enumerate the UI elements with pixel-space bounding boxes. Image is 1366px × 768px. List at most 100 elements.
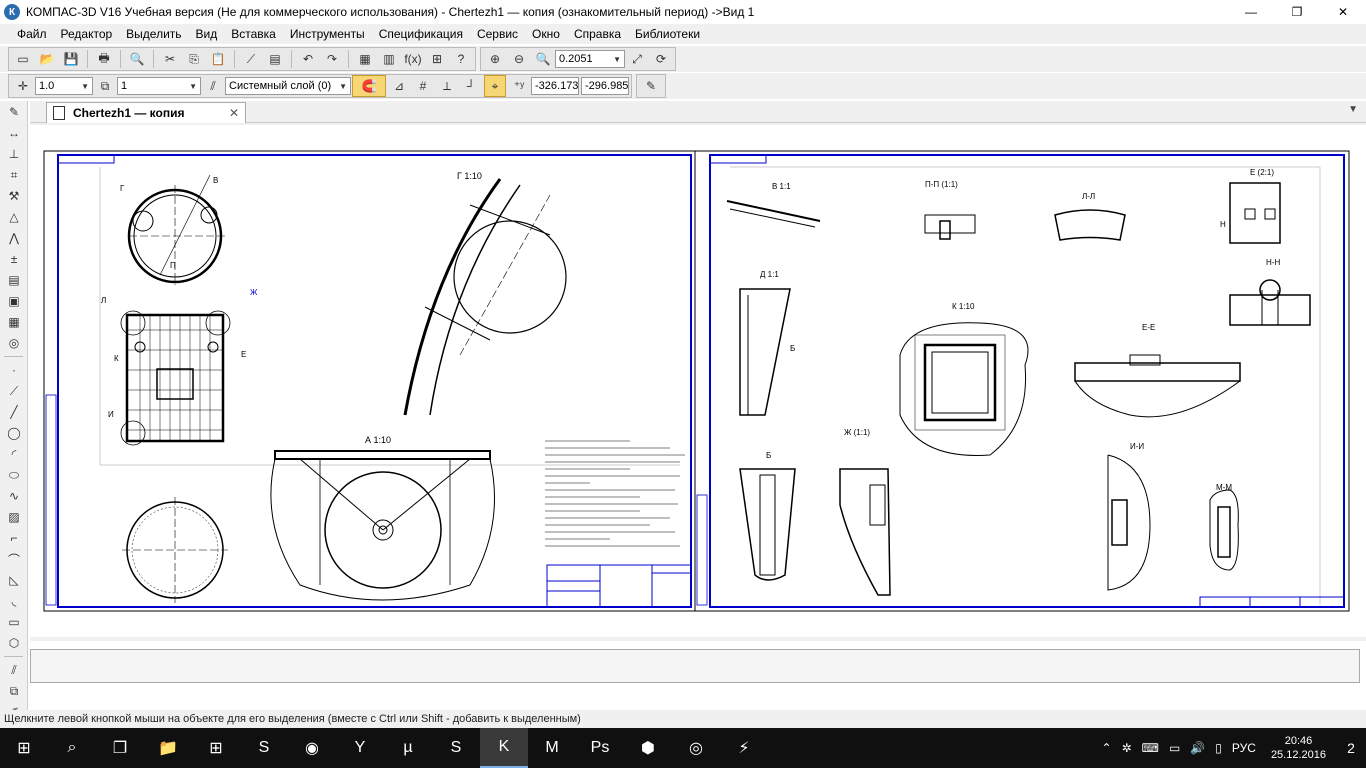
contour-icon[interactable]: ⧉: [2, 681, 26, 701]
preview-icon[interactable]: 🔍: [126, 48, 148, 70]
menu-insert[interactable]: Вставка: [224, 27, 283, 41]
volume-icon[interactable]: 🔊: [1190, 741, 1205, 755]
search-icon[interactable]: ⌕: [48, 728, 96, 768]
coord-x-field[interactable]: -326.173: [531, 77, 579, 95]
menu-tools[interactable]: Инструменты: [283, 27, 372, 41]
minimize-button[interactable]: —: [1228, 0, 1274, 24]
lightning-app-icon[interactable]: ⚡: [720, 728, 768, 768]
copy-icon[interactable]: ⎘: [183, 48, 205, 70]
menu-specification[interactable]: Спецификация: [372, 27, 470, 41]
file-explorer-icon[interactable]: 📁: [144, 728, 192, 768]
clock[interactable]: 20:46 25.12.2016: [1271, 734, 1326, 762]
store-icon[interactable]: ⊞: [192, 728, 240, 768]
maximize-button[interactable]: ❐: [1274, 0, 1320, 24]
dimensions-icon[interactable]: ↔: [2, 123, 26, 143]
tree-icon[interactable]: ▥: [378, 48, 400, 70]
new-document-icon[interactable]: ▭: [12, 48, 34, 70]
geometry-icon[interactable]: ✎: [2, 102, 26, 122]
language-indicator[interactable]: РУС: [1232, 741, 1256, 755]
yandex-browser-icon[interactable]: Y: [336, 728, 384, 768]
print-icon[interactable]: 🖶: [93, 48, 115, 70]
step-icon[interactable]: ⧉: [94, 75, 116, 97]
orthogonal-icon[interactable]: ⊿: [388, 75, 410, 97]
spec-icon[interactable]: ±: [2, 249, 26, 269]
arc-icon[interactable]: ◜: [2, 444, 26, 464]
properties-icon[interactable]: ▤: [264, 48, 286, 70]
edit-icon[interactable]: ⌗: [2, 165, 26, 185]
coord-y-field[interactable]: -296.985: [581, 77, 629, 95]
zoom-dynamic-icon[interactable]: ⊖: [508, 48, 530, 70]
select-icon[interactable]: ⋀: [2, 228, 26, 248]
paste-icon[interactable]: 📋: [207, 48, 229, 70]
manager-icon[interactable]: ▦: [354, 48, 376, 70]
copy-properties-icon[interactable]: ⟋: [240, 48, 262, 70]
chrome-icon[interactable]: ◉: [288, 728, 336, 768]
undo-icon[interactable]: ↶: [297, 48, 319, 70]
menu-editor[interactable]: Редактор: [54, 27, 120, 41]
fragments-icon[interactable]: ▦: [2, 312, 26, 332]
polygon-icon[interactable]: ⬡: [2, 633, 26, 653]
drawing-canvas[interactable]: Г В П Л К И Е Ж Г 1:10 А 1:10 В 1:1 П-П …: [30, 125, 1366, 637]
zoom-combo[interactable]: 0.2051 ▼: [555, 50, 625, 68]
variables-icon[interactable]: f(x): [402, 48, 424, 70]
task-view-icon[interactable]: ❐: [96, 728, 144, 768]
cut-icon[interactable]: ✂: [159, 48, 181, 70]
photoshop-icon[interactable]: Ps: [576, 728, 624, 768]
ortho-mode-icon[interactable]: ┘: [460, 75, 482, 97]
ellipse-icon[interactable]: ⬭: [2, 465, 26, 485]
close-button[interactable]: ✕: [1320, 0, 1366, 24]
document-tab[interactable]: Chertezh1 — копия ✕: [46, 102, 246, 123]
help-pointer-icon[interactable]: ?: [450, 48, 472, 70]
hatch-icon[interactable]: ▨: [2, 507, 26, 527]
layers-icon[interactable]: ⫽: [202, 75, 224, 97]
show-all-icon[interactable]: ⤢: [626, 48, 648, 70]
utorrent-icon[interactable]: µ: [384, 728, 432, 768]
point-icon[interactable]: ·: [2, 360, 26, 380]
menu-service[interactable]: Сервис: [470, 27, 525, 41]
sublime-icon[interactable]: S: [432, 728, 480, 768]
grid-icon[interactable]: #: [412, 75, 434, 97]
circle-icon[interactable]: ◯: [2, 423, 26, 443]
measure-icon[interactable]: △: [2, 207, 26, 227]
keyboard-icon[interactable]: ⌨: [1142, 741, 1159, 755]
save-icon[interactable]: 💾: [60, 48, 82, 70]
virtualbox-icon[interactable]: ⬢: [624, 728, 672, 768]
line-style-icon[interactable]: ✛: [12, 75, 34, 97]
close-tab-icon[interactable]: ✕: [229, 106, 239, 120]
kompas-taskbar-icon[interactable]: K: [480, 728, 528, 768]
auxiliary-line-icon[interactable]: ⟋: [2, 381, 26, 401]
spline-icon[interactable]: ∿: [2, 486, 26, 506]
chevron-up-icon[interactable]: ⌃: [1102, 741, 1112, 755]
steam-icon[interactable]: ◎: [672, 728, 720, 768]
segment-icon[interactable]: ╱: [2, 402, 26, 422]
equidistant-icon[interactable]: ⫽: [2, 660, 26, 680]
views-icon[interactable]: ◎: [2, 333, 26, 353]
skype-icon[interactable]: S: [240, 728, 288, 768]
parametrization-icon[interactable]: ⚒: [2, 186, 26, 206]
snap-mode-icon[interactable]: ⌖: [484, 75, 506, 97]
notation-icon[interactable]: ⊥: [2, 144, 26, 164]
open-folder-icon[interactable]: 📂: [36, 48, 58, 70]
rectangle-icon[interactable]: ▭: [2, 612, 26, 632]
chamfer-icon[interactable]: ◺: [2, 570, 26, 590]
snap-magnet-icon[interactable]: 🧲: [352, 75, 386, 97]
battery-icon[interactable]: ▯: [1215, 741, 1222, 755]
refresh-icon[interactable]: ⟳: [650, 48, 672, 70]
mathcad-icon[interactable]: M: [528, 728, 576, 768]
redo-icon[interactable]: ↷: [321, 48, 343, 70]
settings-tray-icon[interactable]: ✲: [1122, 741, 1132, 755]
menu-view[interactable]: Вид: [189, 27, 225, 41]
fillet-icon[interactable]: ◟: [2, 591, 26, 611]
apply-icon[interactable]: ✎: [640, 75, 662, 97]
menu-select[interactable]: Выделить: [119, 27, 188, 41]
layer-combo[interactable]: Системный слой (0) ▼: [225, 77, 351, 95]
menu-file[interactable]: Файл: [10, 27, 54, 41]
polyline-icon[interactable]: ⌐: [2, 528, 26, 548]
zoom-in-icon[interactable]: 🔍: [532, 48, 554, 70]
zoom-window-icon[interactable]: ⊕: [484, 48, 506, 70]
step-combo[interactable]: 1 ▼: [117, 77, 201, 95]
menu-libraries[interactable]: Библиотеки: [628, 27, 707, 41]
chevron-down-icon[interactable]: ▼: [1348, 104, 1358, 115]
insert-icon[interactable]: ▣: [2, 291, 26, 311]
reports-icon[interactable]: ▤: [2, 270, 26, 290]
